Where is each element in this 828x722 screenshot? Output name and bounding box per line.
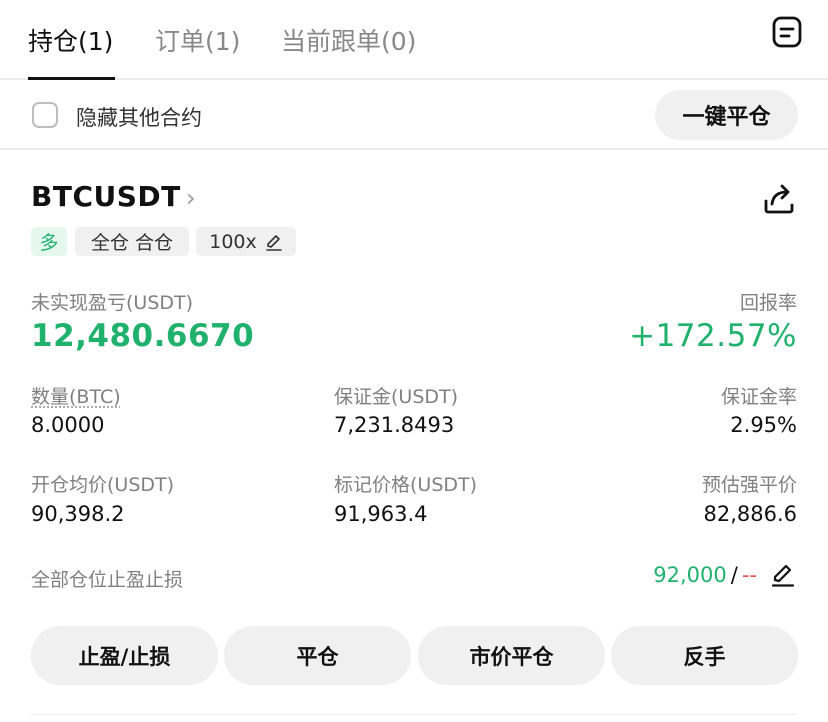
edit-pencil-icon[interactable] [771, 563, 795, 587]
roe-label: 回报率 [739, 292, 797, 314]
liquidation-price-value: 82,886.6 [703, 502, 797, 526]
filter-bar: 隐藏其他合约 一键平仓 [0, 80, 828, 150]
entry-price-label: 开仓均价(USDT) [31, 474, 175, 496]
quantity-value: 8.0000 [31, 413, 105, 437]
edit-pencil-icon[interactable] [265, 233, 283, 251]
liquidation-price-label: 预估强平价 [701, 474, 797, 496]
chevron-right-icon[interactable]: › [186, 184, 196, 212]
reverse-position-button[interactable]: 反手 [611, 626, 798, 685]
tab-positions[interactable]: 持仓(1) [28, 22, 113, 58]
leverage-tag[interactable]: 100x [196, 227, 296, 256]
margin-ratio-value: 2.95% [730, 413, 797, 437]
list-document-icon[interactable] [772, 16, 802, 48]
roe-value: +172.57% [629, 318, 797, 354]
leverage-value: 100x [209, 230, 257, 253]
tab-copy-trading[interactable]: 当前跟单(0) [281, 22, 416, 58]
tpsl-values[interactable]: 92,000 / -- [653, 563, 795, 587]
take-profit-value: 92,000 [653, 563, 727, 587]
margin-label: 保证金(USDT) [334, 386, 459, 408]
share-icon[interactable] [763, 183, 795, 215]
tpsl-separator: / [730, 563, 738, 587]
unrealized-pnl-value: 12,480.6670 [31, 318, 255, 354]
position-symbol[interactable]: BTCUSDT [31, 180, 181, 213]
tpsl-label: 全部仓位止盈止损 [31, 569, 184, 591]
position-tabs: 持仓(1) 订单(1) 当前跟单(0) [0, 0, 828, 80]
unrealized-pnl-label: 未实现盈亏(USDT) [31, 292, 194, 314]
quantity-label[interactable]: 数量(BTC) [31, 382, 121, 409]
hide-other-contracts-checkbox[interactable] [32, 102, 58, 128]
market-close-button[interactable]: 市价平仓 [418, 626, 605, 685]
tpsl-button[interactable]: 止盈/止损 [31, 626, 218, 685]
margin-mode-tag: 全仓 合仓 [75, 227, 189, 256]
tab-orders[interactable]: 订单(1) [155, 22, 240, 58]
entry-price-value: 90,398.2 [31, 502, 125, 526]
mark-price-label: 标记价格(USDT) [334, 474, 478, 496]
stop-loss-value: -- [741, 563, 757, 587]
side-long-tag: 多 [31, 227, 67, 256]
margin-value: 7,231.8493 [334, 413, 455, 437]
mark-price-value: 91,963.4 [334, 502, 428, 526]
close-position-button[interactable]: 平仓 [224, 626, 411, 685]
close-all-button[interactable]: 一键平仓 [655, 90, 798, 140]
margin-ratio-label: 保证金率 [720, 386, 797, 408]
card-divider [31, 714, 797, 715]
hide-other-contracts-label[interactable]: 隐藏其他合约 [76, 102, 202, 132]
